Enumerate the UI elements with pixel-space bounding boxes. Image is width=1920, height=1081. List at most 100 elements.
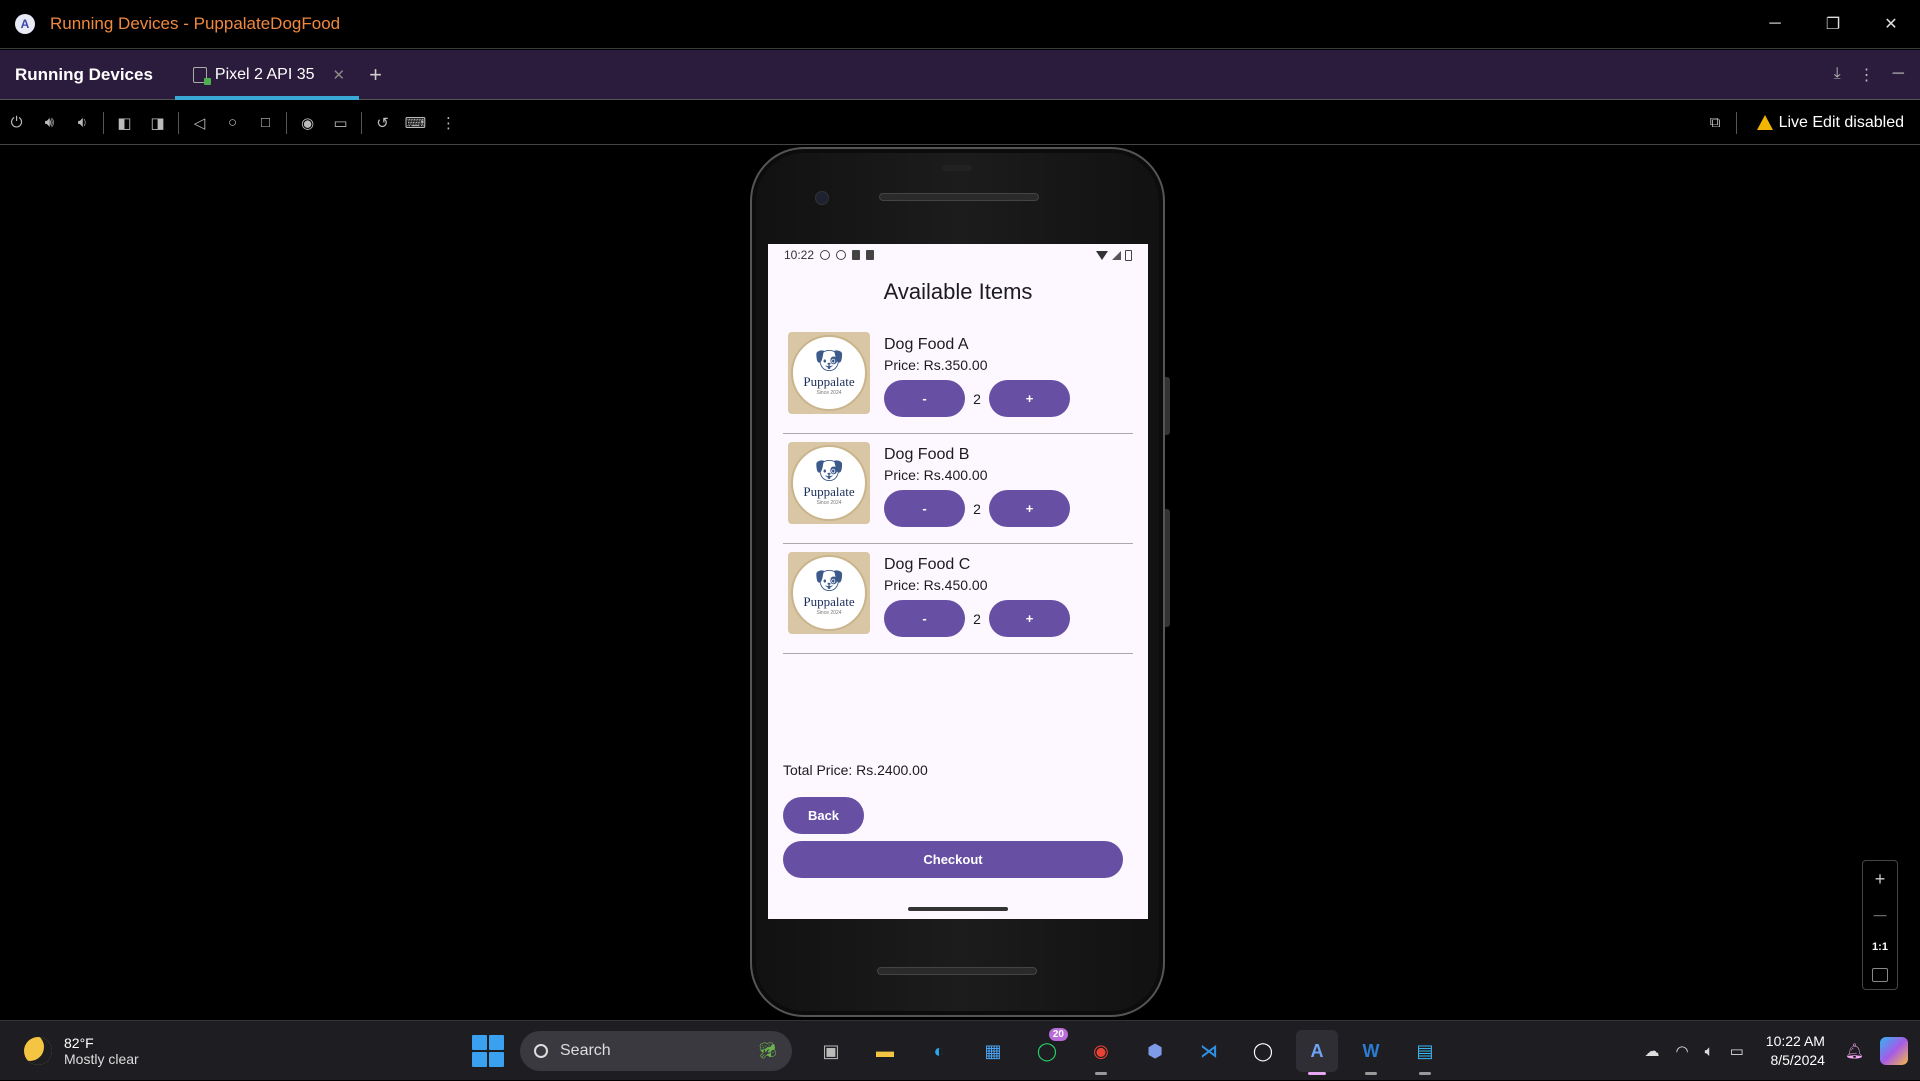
notepad-icon[interactable]: ▤ [1404,1030,1446,1072]
live-edit-status[interactable]: Live Edit disabled [1757,114,1904,132]
tool-window-tabbar: Running Devices Pixel 2 API 35 ✕ + ⤓ ⋮ ─ [0,50,1920,100]
zoom-actual-size-button[interactable]: 1:1 [1872,941,1888,953]
product-name: Dog Food A [884,336,969,354]
device-screen[interactable]: 10:22 Available Items 🐶︎PuppalateSince 2… [768,244,1148,919]
fold-left-icon[interactable]: ◧ [108,101,141,145]
dog-logo-icon: 🐶︎ [815,350,843,372]
rotate-icon[interactable]: ↺ [366,101,399,145]
total-price: Total Price: Rs.2400.00 [783,762,928,778]
decrease-button[interactable]: - [884,380,965,417]
store-icon[interactable]: ▦ [972,1030,1014,1072]
weather-temp: 82°F [64,1035,139,1051]
top-speaker [879,193,1039,201]
box-app-icon[interactable]: ⬢ [1134,1030,1176,1072]
home-nav-icon[interactable]: ○ [216,101,249,145]
list-item: 🐶︎PuppalateSince 2024 Dog Food B Price: … [783,434,1133,544]
dog-logo-icon: 🐶︎ [815,460,843,482]
search-label: Search [560,1042,611,1060]
system-tray: ☁ ◠ 🔈︎ ▭ 10:22 AM 8/5/2024 🔔︎ [1637,1021,1920,1081]
status-bar: 10:22 [768,244,1148,266]
cloud-off-icon[interactable]: ☁ [1645,1042,1660,1060]
product-price: Price: Rs.350.00 [884,357,988,373]
increase-button[interactable]: + [989,490,1070,527]
hide-icon[interactable]: ─ [1893,65,1904,85]
taskbar-search[interactable]: Search 🥦︎ [520,1031,792,1071]
volume-up-icon[interactable]: 🔊︎ [33,101,66,145]
shield-icon [836,250,846,260]
checkout-button[interactable]: Checkout [783,841,1123,878]
keyboard-icon[interactable]: ⌨ [399,101,432,145]
collapse-icon[interactable]: ⤓ [1834,65,1841,85]
word-icon[interactable]: W [1350,1030,1392,1072]
back-button[interactable]: Back [783,797,864,834]
back-nav-icon[interactable]: ◁ [183,101,216,145]
battery-icon [1125,250,1132,261]
zoom-fit-icon[interactable] [1872,968,1888,982]
gesture-bar[interactable] [908,907,1008,911]
zoom-out-icon[interactable]: ─ [1874,905,1887,926]
chrome-icon[interactable]: ◉ [1080,1030,1122,1072]
list-item: 🐶︎PuppalateSince 2024 Dog Food C Price: … [783,544,1133,654]
close-button[interactable]: ✕ [1862,0,1920,49]
screen-title: Available Items [768,279,1148,305]
product-image: 🐶︎PuppalateSince 2024 [788,332,870,414]
overview-nav-icon[interactable]: □ [249,101,282,145]
edge-icon[interactable]: ◐ [918,1030,960,1072]
start-button[interactable] [472,1035,504,1067]
tool-window-title: Running Devices [15,65,153,85]
minimize-button[interactable]: ─ [1746,0,1804,49]
moon-icon [24,1037,52,1065]
decrease-button[interactable]: - [884,490,965,527]
sd-card-icon [866,250,874,260]
zoom-controls: + ─ 1:1 [1862,860,1898,990]
volume-down-icon[interactable]: 🔉︎ [66,101,99,145]
more-icon[interactable]: ⋮ [432,101,465,145]
product-name: Dog Food C [884,556,970,574]
weather-widget[interactable]: 82°F Mostly clear [24,1035,139,1067]
layout-inspector-icon[interactable]: ⧉ [1699,101,1732,145]
bottom-speaker [877,967,1037,975]
volume-icon[interactable]: 🔈︎ [1705,1043,1714,1060]
screenshot-icon[interactable]: ◉ [291,101,324,145]
product-name: Dog Food B [884,446,969,464]
wifi-icon[interactable]: ◠ [1676,1042,1689,1060]
tab-device-label: Pixel 2 API 35 [215,66,315,84]
android-studio-taskbar-icon[interactable]: A [1296,1030,1338,1072]
emulator-toolbar: ⏻ 🔊︎ 🔉︎ ◧ ◨ ◁ ○ □ ◉ ▭ ↺ ⌨ ⋮ ⧉ Live Edit … [0,101,1920,145]
notification-badge: 20 [1049,1028,1068,1041]
android-studio-icon: A [15,14,35,34]
window-title: Running Devices - PuppalateDogFood [50,14,340,34]
copilot-icon[interactable] [1880,1037,1908,1065]
quantity-value: 2 [965,391,989,407]
power-icon[interactable]: ⏻ [0,101,33,145]
vscode-icon[interactable]: ⋊ [1188,1030,1230,1072]
whatsapp-icon[interactable]: ◯ [1242,1030,1284,1072]
clock[interactable]: 10:22 AM 8/5/2024 [1766,1032,1825,1070]
add-tab-icon[interactable]: + [369,62,382,88]
status-time: 10:22 [784,248,814,262]
product-image: 🐶︎PuppalateSince 2024 [788,442,870,524]
zoom-in-icon[interactable]: + [1875,869,1886,890]
task-view-icon[interactable]: ▣ [810,1030,852,1072]
search-icon [534,1044,548,1058]
battery-icon[interactable]: ▭ [1730,1042,1744,1060]
increase-button[interactable]: + [989,380,1070,417]
restore-button[interactable]: ❐ [1804,0,1862,49]
window-titlebar: A Running Devices - PuppalateDogFood ─ ❐… [0,0,1920,49]
fold-right-icon[interactable]: ◨ [141,101,174,145]
notification-bell-icon[interactable]: 🔔︎ [1845,1042,1864,1060]
whatsapp-business-icon[interactable]: ◯20 [1026,1030,1068,1072]
file-explorer-icon[interactable]: ▬ [864,1030,906,1072]
more-options-icon[interactable]: ⋮ [1859,65,1875,85]
increase-button[interactable]: + [989,600,1070,637]
quantity-value: 2 [965,501,989,517]
tab-device[interactable]: Pixel 2 API 35 ✕ [175,50,359,100]
close-tab-icon[interactable]: ✕ [333,66,346,84]
live-edit-label: Live Edit disabled [1779,114,1904,132]
front-camera-icon [815,191,829,205]
device-icon [193,67,207,83]
record-icon[interactable]: ▭ [324,101,357,145]
product-image: 🐶︎PuppalateSince 2024 [788,552,870,634]
decrease-button[interactable]: - [884,600,965,637]
weather-desc: Mostly clear [64,1051,139,1067]
